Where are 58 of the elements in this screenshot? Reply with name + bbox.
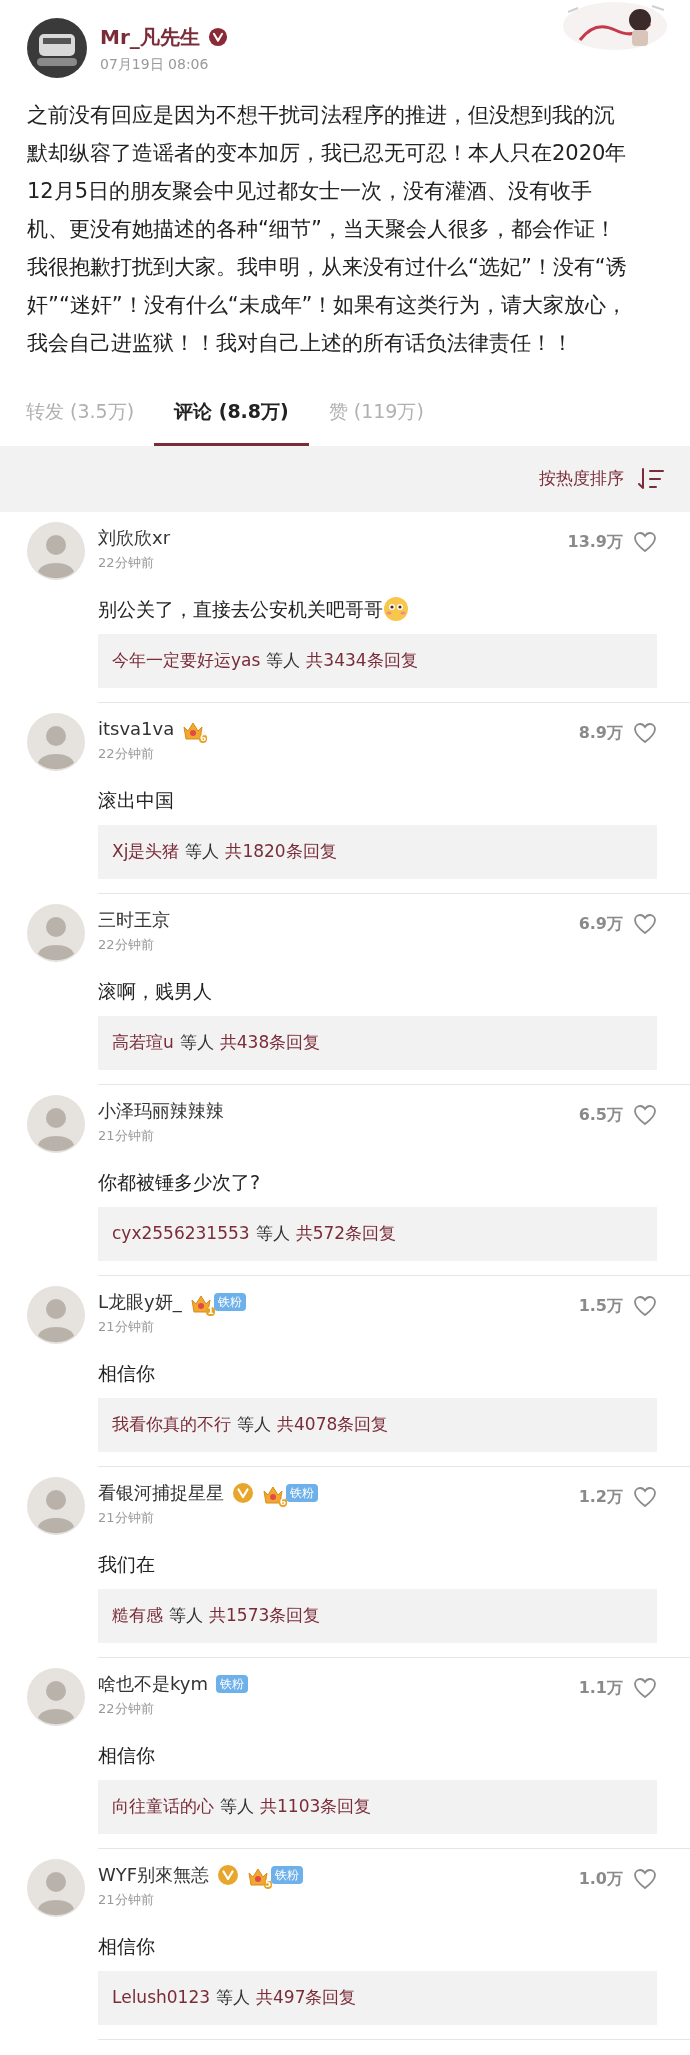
comment-text: 我们在	[98, 1551, 155, 1577]
comment-time: 22分钟前	[98, 745, 155, 763]
comment-text: 相信你	[98, 1742, 155, 1768]
like-count: 6.5万	[578, 1104, 623, 1126]
replies-link[interactable]: cyx2556231553 等人 共572条回复	[98, 1207, 657, 1261]
fan-badge: 铁粉	[215, 1674, 248, 1693]
heart-icon[interactable]	[633, 1677, 657, 1699]
like-count: 13.9万	[567, 531, 623, 553]
commenter-name[interactable]: 刘欣欣xr	[98, 524, 171, 551]
comment-text: 你都被锤多少次了?	[98, 1169, 261, 1195]
sort-button[interactable]: 按热度排序	[539, 466, 624, 492]
commenter-name[interactable]: 小泽玛丽辣辣辣	[98, 1097, 224, 1124]
like-count: 6.9万	[578, 913, 623, 935]
replies-link[interactable]: 高若瑄u 等人 共438条回复	[98, 1016, 657, 1070]
heart-icon[interactable]	[633, 1295, 657, 1317]
commenter-name[interactable]: L龙眼y妍_	[98, 1288, 182, 1315]
comment-time: 22分钟前	[98, 554, 155, 572]
comment-time: 21分钟前	[98, 1509, 155, 1527]
heart-icon[interactable]	[633, 722, 657, 744]
heart-icon[interactable]	[633, 1868, 657, 1890]
commenter-name[interactable]: 看银河捕捉星星	[98, 1479, 224, 1506]
fan-badge: 铁粉	[286, 1483, 318, 1502]
heart-icon[interactable]	[633, 531, 657, 553]
heart-icon[interactable]	[633, 1486, 657, 1508]
comment-time: 21分钟前	[98, 1891, 155, 1909]
comment-text: 滚啊，贱男人	[98, 978, 212, 1004]
replies-link[interactable]: Xj是头猪 等人 共1820条回复	[98, 825, 657, 879]
like-count: 1.5万	[578, 1295, 623, 1317]
comment-time: 22分钟前	[98, 1700, 155, 1718]
replies-link[interactable]: 向往童话的心 等人 共1103条回复	[98, 1780, 657, 1834]
fan-badge: 铁粉	[271, 1865, 304, 1884]
avatar[interactable]	[27, 18, 87, 78]
post-text: 之前没有回应是因为不想干扰司法程序的推进，但没想到我的沉默却纵容了造谣者的变本加厉，我已忍无可忍！本人只在2020年12月5日的朋友聚会中见过都女士一次，没有灌酒、没有收手机、更没有她描述的各种“细节”，当天聚会人很多，都会作证！我很抱歉打扰到大家。我申明，从来没有过什么“选妃”！没有“诱奸”“迷奸”！没有什么“未成年”！如果有这类行为，请大家放心，我会自己进监狱！！我对自己上述的所有话负法律责任！！	[27, 102, 628, 357]
author-name[interactable]: Mr_凡先生	[100, 21, 200, 52]
like-count: 1.2万	[578, 1486, 623, 1508]
comment-time: 21分钟前	[98, 1318, 155, 1336]
comment-time: 22分钟前	[98, 936, 155, 954]
replies-link[interactable]: Lelush0123 等人 共497条回复	[98, 1971, 657, 2025]
commenter-name[interactable]: 啥也不是kym	[98, 1670, 208, 1697]
comment-text: 滚出中国	[98, 787, 174, 813]
comment-text: 相信你	[98, 1360, 155, 1386]
replies-link[interactable]: 我看你真的不行 等人 共4078条回复	[98, 1398, 657, 1452]
post-time: 07月19日 08:06	[100, 54, 210, 74]
fan-badge: 铁粉	[213, 1292, 246, 1311]
commenter-name[interactable]: WYF别來無恙	[98, 1861, 210, 1888]
sort-icon[interactable]	[638, 467, 664, 491]
heart-icon[interactable]	[633, 1104, 657, 1126]
like-count: 8.9万	[578, 722, 623, 744]
like-count: 1.0万	[578, 1868, 623, 1890]
commenter-name[interactable]: itsva1va	[98, 715, 175, 742]
like-count: 1.1万	[578, 1677, 623, 1699]
comment-text: 相信你	[98, 1933, 155, 1959]
replies-link[interactable]: 糙有感 等人 共1573条回复	[98, 1589, 657, 1643]
commenter-name[interactable]: 三时王京	[98, 906, 170, 933]
replies-link[interactable]: 今年一定要好运yas 等人 共3434条回复	[98, 634, 657, 688]
comment-time: 21分钟前	[98, 1127, 155, 1145]
comment-text: 别公关了，直接去公安机关吧哥哥	[98, 596, 383, 622]
heart-icon[interactable]	[633, 913, 657, 935]
